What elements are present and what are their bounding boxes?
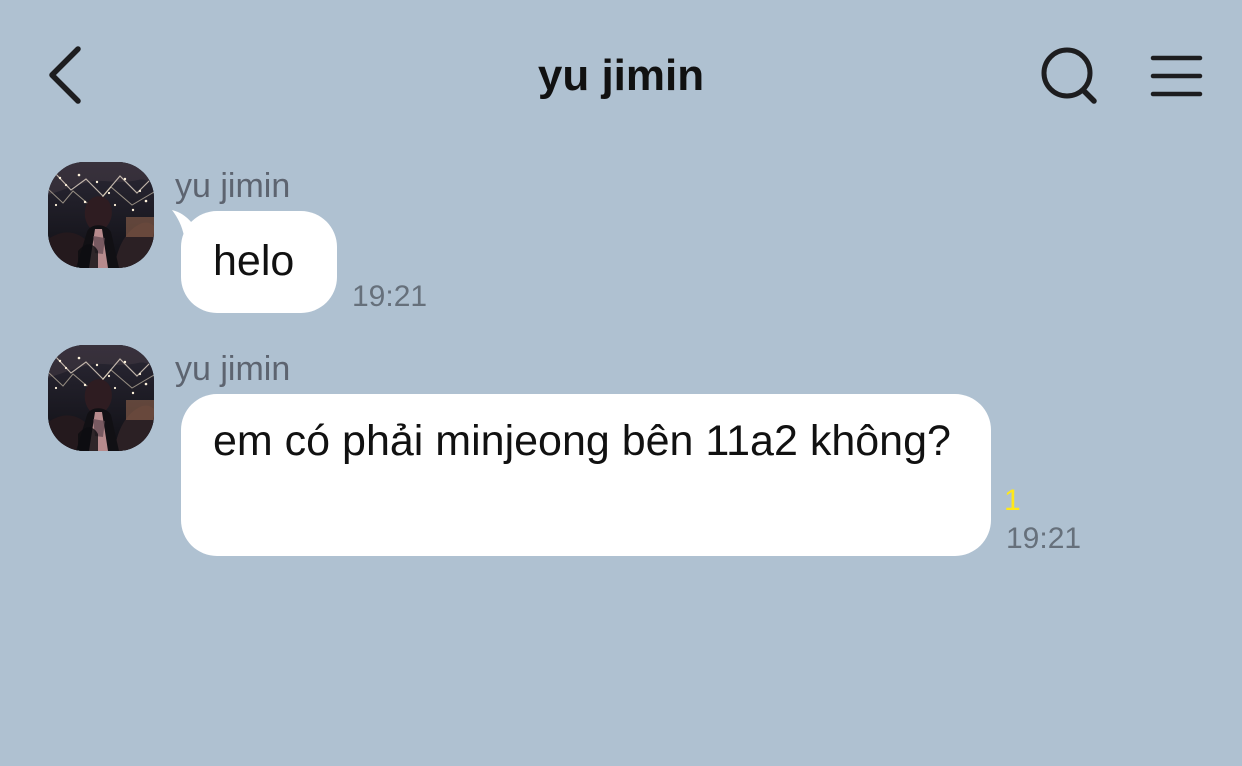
message-text: em có phải minjeong bên 11a2 không?	[213, 417, 951, 465]
message-text: helo	[213, 237, 295, 285]
profile-photo-image	[48, 162, 154, 268]
sender-name: yu jimin	[175, 350, 291, 388]
message-bubble[interactable]: helo	[172, 210, 337, 313]
message-bubble[interactable]: em có phải minjeong bên 11a2 không?	[181, 394, 991, 556]
search-button[interactable]	[1030, 40, 1110, 120]
message-time: 19:21	[1006, 522, 1082, 555]
unread-count: 1	[1004, 484, 1021, 517]
profile-avatar[interactable]	[48, 162, 154, 268]
menu-button[interactable]	[1140, 42, 1212, 114]
search-icon	[1041, 47, 1097, 104]
hamburger-menu-icon	[1150, 55, 1203, 97]
sender-name: yu jimin	[175, 167, 291, 205]
profile-photo-image	[48, 345, 154, 451]
chat-screen: yu jimin yu jimin helo 19:21 yu jimin em…	[0, 0, 1242, 766]
bubble-tail-icon	[172, 210, 208, 236]
chat-header: yu jimin	[0, 0, 1242, 150]
message-time: 19:21	[352, 280, 428, 313]
profile-avatar[interactable]	[48, 345, 154, 451]
